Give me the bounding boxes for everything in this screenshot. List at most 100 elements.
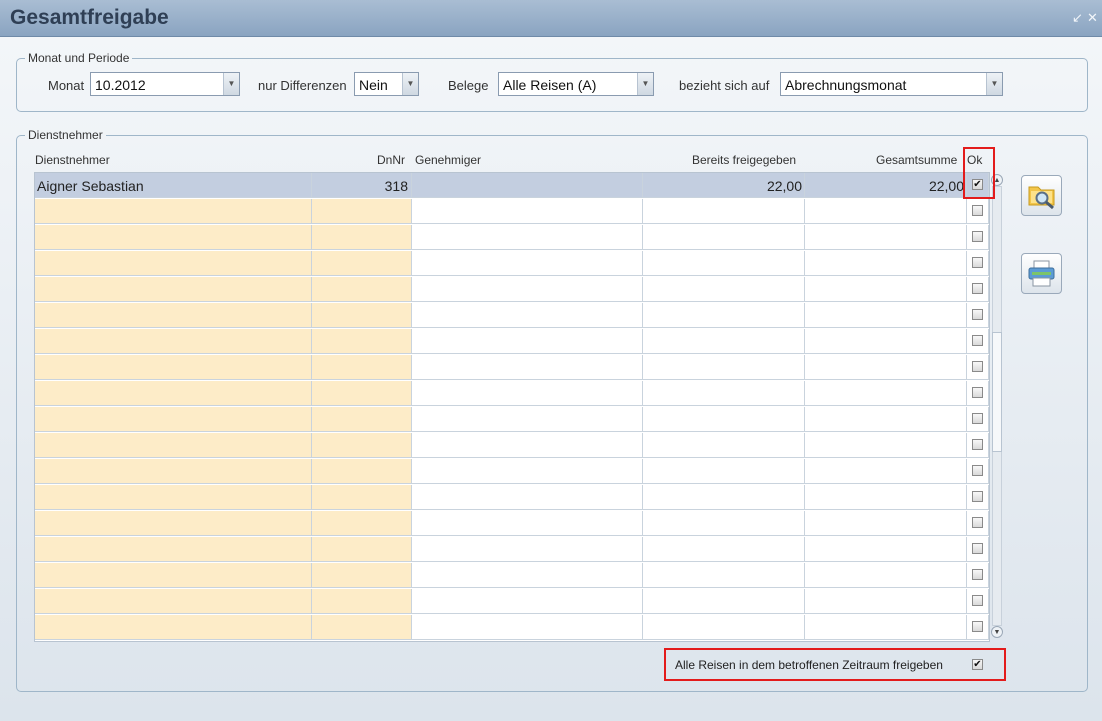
cell-gesamtsumme[interactable] bbox=[805, 589, 967, 614]
cell-dienstnehmer[interactable] bbox=[35, 303, 312, 328]
cell-dienstnehmer[interactable] bbox=[35, 537, 312, 562]
cell-dnnr[interactable] bbox=[312, 381, 412, 406]
cell-genehmiger[interactable] bbox=[412, 407, 643, 432]
cell-gesamtsumme[interactable] bbox=[805, 251, 967, 276]
cell-dienstnehmer[interactable] bbox=[35, 589, 312, 614]
cell-bereits-freigegeben[interactable] bbox=[643, 589, 805, 614]
cell-dienstnehmer[interactable] bbox=[35, 277, 312, 302]
cell-dnnr[interactable]: 318 bbox=[312, 173, 412, 198]
cell-gesamtsumme[interactable] bbox=[805, 511, 967, 536]
scroll-thumb[interactable] bbox=[992, 332, 1002, 452]
table-row[interactable] bbox=[35, 329, 989, 355]
cell-gesamtsumme[interactable] bbox=[805, 433, 967, 458]
ok-checkbox[interactable] bbox=[972, 309, 983, 320]
cell-dnnr[interactable] bbox=[312, 407, 412, 432]
table-row[interactable] bbox=[35, 563, 989, 589]
cell-dienstnehmer[interactable] bbox=[35, 407, 312, 432]
table-row[interactable] bbox=[35, 433, 989, 459]
cell-bereits-freigegeben[interactable] bbox=[643, 355, 805, 380]
bezieht-select[interactable]: Abrechnungsmonat ▼ bbox=[780, 72, 1003, 96]
cell-genehmiger[interactable] bbox=[412, 199, 643, 224]
cell-genehmiger[interactable] bbox=[412, 225, 643, 250]
cell-dienstnehmer[interactable] bbox=[35, 251, 312, 276]
cell-dnnr[interactable] bbox=[312, 329, 412, 354]
scroll-down-icon[interactable]: ▼ bbox=[991, 626, 1003, 638]
cell-gesamtsumme[interactable] bbox=[805, 563, 967, 588]
cell-bereits-freigegeben[interactable] bbox=[643, 485, 805, 510]
cell-bereits-freigegeben[interactable] bbox=[643, 199, 805, 224]
cell-genehmiger[interactable] bbox=[412, 511, 643, 536]
cell-dnnr[interactable] bbox=[312, 199, 412, 224]
table-row[interactable] bbox=[35, 199, 989, 225]
cell-bereits-freigegeben[interactable]: 22,00 bbox=[643, 173, 805, 198]
table-row[interactable] bbox=[35, 381, 989, 407]
ok-checkbox[interactable] bbox=[972, 491, 983, 502]
cell-dienstnehmer[interactable] bbox=[35, 381, 312, 406]
ok-checkbox[interactable] bbox=[972, 205, 983, 216]
cell-dienstnehmer[interactable] bbox=[35, 329, 312, 354]
cell-gesamtsumme[interactable] bbox=[805, 537, 967, 562]
cell-bereits-freigegeben[interactable] bbox=[643, 563, 805, 588]
column-header-genehmiger[interactable]: Genehmiger bbox=[415, 153, 481, 167]
column-header-gesamtsumme[interactable]: Gesamtsumme bbox=[876, 153, 957, 167]
search-button[interactable] bbox=[1021, 175, 1062, 216]
column-header-dnnr[interactable]: DnNr bbox=[377, 153, 405, 167]
cell-gesamtsumme[interactable] bbox=[805, 615, 967, 640]
table-row[interactable] bbox=[35, 303, 989, 329]
cell-dienstnehmer[interactable]: Aigner Sebastian bbox=[35, 173, 312, 198]
minimize-icon[interactable]: ↙ bbox=[1072, 10, 1083, 26]
cell-genehmiger[interactable] bbox=[412, 251, 643, 276]
cell-gesamtsumme[interactable] bbox=[805, 277, 967, 302]
ok-checkbox[interactable] bbox=[972, 543, 983, 554]
cell-dienstnehmer[interactable] bbox=[35, 355, 312, 380]
ok-checkbox[interactable] bbox=[972, 413, 983, 424]
table-row[interactable] bbox=[35, 225, 989, 251]
cell-gesamtsumme[interactable] bbox=[805, 381, 967, 406]
cell-bereits-freigegeben[interactable] bbox=[643, 329, 805, 354]
ok-checkbox[interactable] bbox=[972, 335, 983, 346]
table-row[interactable]: Aigner Sebastian 318 22,00 22,00 ✔ bbox=[35, 173, 989, 199]
cell-dienstnehmer[interactable] bbox=[35, 615, 312, 640]
cell-dienstnehmer[interactable] bbox=[35, 563, 312, 588]
cell-gesamtsumme[interactable] bbox=[805, 407, 967, 432]
table-row[interactable] bbox=[35, 615, 989, 641]
cell-bereits-freigegeben[interactable] bbox=[643, 407, 805, 432]
cell-dienstnehmer[interactable] bbox=[35, 459, 312, 484]
differenzen-select[interactable]: Nein ▼ bbox=[354, 72, 419, 96]
table-row[interactable] bbox=[35, 251, 989, 277]
cell-dnnr[interactable] bbox=[312, 589, 412, 614]
cell-dnnr[interactable] bbox=[312, 225, 412, 250]
cell-genehmiger[interactable] bbox=[412, 381, 643, 406]
ok-checkbox[interactable] bbox=[972, 387, 983, 398]
chevron-down-icon[interactable]: ▼ bbox=[637, 73, 653, 95]
cell-gesamtsumme[interactable] bbox=[805, 329, 967, 354]
cell-dnnr[interactable] bbox=[312, 355, 412, 380]
cell-dnnr[interactable] bbox=[312, 563, 412, 588]
cell-dienstnehmer[interactable] bbox=[35, 485, 312, 510]
cell-genehmiger[interactable] bbox=[412, 459, 643, 484]
column-header-bereits-freigegeben[interactable]: Bereits freigegeben bbox=[692, 153, 796, 167]
cell-gesamtsumme[interactable] bbox=[805, 303, 967, 328]
cell-dienstnehmer[interactable] bbox=[35, 511, 312, 536]
ok-checkbox[interactable] bbox=[972, 283, 983, 294]
cell-genehmiger[interactable] bbox=[412, 615, 643, 640]
cell-genehmiger[interactable] bbox=[412, 329, 643, 354]
cell-dienstnehmer[interactable] bbox=[35, 225, 312, 250]
chevron-down-icon[interactable]: ▼ bbox=[402, 73, 418, 95]
cell-genehmiger[interactable] bbox=[412, 537, 643, 562]
cell-dnnr[interactable] bbox=[312, 537, 412, 562]
scroll-up-icon[interactable]: ▲ bbox=[991, 174, 1003, 186]
cell-gesamtsumme[interactable]: 22,00 bbox=[805, 173, 967, 198]
cell-genehmiger[interactable] bbox=[412, 589, 643, 614]
table-row[interactable] bbox=[35, 459, 989, 485]
cell-genehmiger[interactable] bbox=[412, 277, 643, 302]
ok-checkbox[interactable] bbox=[972, 439, 983, 450]
cell-gesamtsumme[interactable] bbox=[805, 485, 967, 510]
monat-select[interactable]: 10.2012 ▼ bbox=[90, 72, 240, 96]
cell-bereits-freigegeben[interactable] bbox=[643, 277, 805, 302]
cell-gesamtsumme[interactable] bbox=[805, 355, 967, 380]
cell-bereits-freigegeben[interactable] bbox=[643, 303, 805, 328]
cell-dnnr[interactable] bbox=[312, 615, 412, 640]
table-row[interactable] bbox=[35, 511, 989, 537]
cell-genehmiger[interactable] bbox=[412, 433, 643, 458]
